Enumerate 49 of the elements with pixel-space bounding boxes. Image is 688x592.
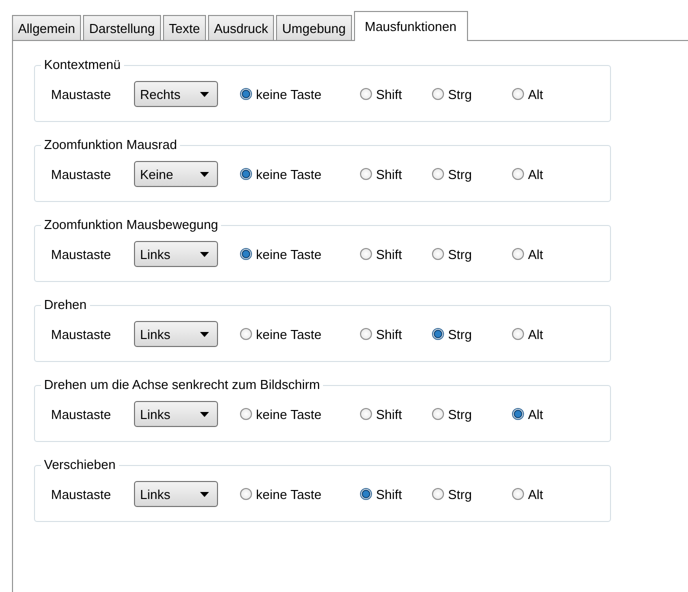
radio-button[interactable]: keine Taste bbox=[240, 246, 360, 262]
radio-button[interactable]: Alt bbox=[512, 406, 572, 422]
radio-button[interactable]: Shift bbox=[360, 246, 432, 262]
tab[interactable]: Ausdruck bbox=[208, 15, 274, 40]
radio-button[interactable]: Alt bbox=[512, 326, 572, 342]
dropdown[interactable]: Links bbox=[134, 241, 218, 267]
caret-icon bbox=[200, 332, 209, 336]
dropdown[interactable]: Keine bbox=[134, 161, 218, 187]
radio-button[interactable]: keine Taste bbox=[240, 86, 360, 102]
field-label: Maustaste bbox=[51, 406, 112, 422]
dropdown[interactable]: Links bbox=[134, 481, 218, 507]
tab[interactable]: Texte bbox=[162, 15, 206, 40]
radio-button[interactable]: Shift bbox=[360, 86, 432, 102]
caret-icon bbox=[200, 412, 209, 416]
caret-icon bbox=[200, 252, 209, 256]
radio-button[interactable]: Alt bbox=[512, 486, 572, 502]
field-label: Maustaste bbox=[51, 486, 112, 502]
dropdown[interactable]: Links bbox=[134, 321, 218, 347]
radio-button[interactable]: Strg bbox=[432, 246, 512, 262]
radio-button[interactable]: keine Taste bbox=[240, 326, 360, 342]
radio-button[interactable]: Shift bbox=[360, 486, 432, 502]
radio-button[interactable]: Strg bbox=[432, 486, 512, 502]
caret-icon bbox=[200, 172, 209, 176]
caret-icon bbox=[200, 92, 209, 96]
group-title: Zoomfunktion Mausbewegung bbox=[41, 217, 222, 233]
field-label: Maustaste bbox=[51, 86, 112, 102]
radio-button[interactable]: Alt bbox=[512, 86, 572, 102]
radio-button[interactable]: Strg bbox=[432, 326, 512, 342]
field-label: Maustaste bbox=[51, 326, 112, 342]
tab[interactable]: Darstellung bbox=[83, 15, 161, 40]
tab[interactable]: Mausfunktionen bbox=[354, 11, 468, 41]
radio-button[interactable]: keine Taste bbox=[240, 166, 360, 182]
field-label: Maustaste bbox=[51, 246, 112, 262]
field-label: Maustaste bbox=[51, 166, 112, 182]
dropdown[interactable]: Links bbox=[134, 401, 218, 427]
dropdown[interactable]: Rechts bbox=[134, 81, 218, 107]
radio-button[interactable]: keine Taste bbox=[240, 486, 360, 502]
radio-button[interactable]: Shift bbox=[360, 166, 432, 182]
radio-button[interactable]: Alt bbox=[512, 166, 572, 182]
caret-icon bbox=[200, 492, 209, 496]
tab[interactable]: Allgemein bbox=[12, 15, 82, 40]
radio-button[interactable]: Strg bbox=[432, 406, 512, 422]
radio-button[interactable]: Strg bbox=[432, 86, 512, 102]
radio-button[interactable]: keine Taste bbox=[240, 406, 360, 422]
radio-button[interactable]: Shift bbox=[360, 406, 432, 422]
tab[interactable]: Umgebung bbox=[276, 15, 352, 40]
radio-button[interactable]: Strg bbox=[432, 166, 512, 182]
radio-button[interactable]: Shift bbox=[360, 326, 432, 342]
radio-button[interactable]: Alt bbox=[512, 246, 572, 262]
